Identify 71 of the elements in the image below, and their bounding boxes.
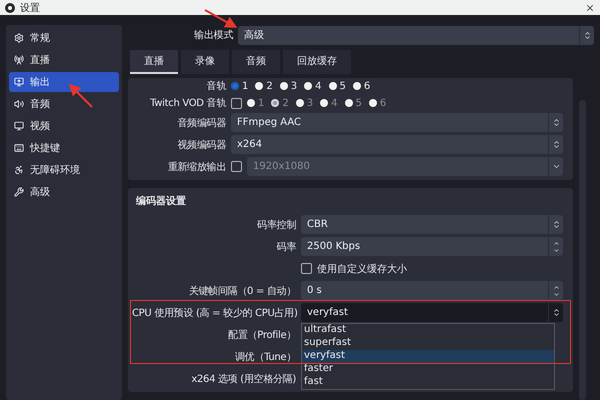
dropdown-option[interactable]: ultrafast <box>302 324 554 337</box>
radio-label: 4 <box>315 80 322 92</box>
field-label: 码率 <box>276 240 296 254</box>
field-label: 音轨 <box>206 80 226 93</box>
dropdown-field[interactable]: FFmpeg AAC <box>231 113 563 132</box>
sidebar-icon <box>14 99 24 109</box>
radio-label: 5 <box>340 80 346 92</box>
sidebar-item[interactable]: 快捷键 <box>9 138 119 158</box>
dropdown-field[interactable]: veryfast <box>301 303 563 322</box>
radio-label: 6 <box>364 80 370 92</box>
dropdown-option[interactable]: fast <box>302 376 554 389</box>
radio-label: 6 <box>380 98 386 108</box>
sidebar-icon <box>14 121 24 131</box>
field-label: Twitch VOD 音轨 <box>149 96 226 110</box>
field-label: x264 选项 (用空格分隔) <box>190 372 296 386</box>
sidebar-item[interactable]: 输出 <box>9 72 119 92</box>
field-label: 关键帧间隔（0 = 自动） <box>188 284 296 298</box>
tab[interactable]: 回放缓存 <box>283 50 351 74</box>
sidebar-icon <box>14 165 24 175</box>
field-label: 视频编码器 <box>176 138 226 152</box>
tab[interactable]: 直播 <box>130 50 178 74</box>
app-logo-icon <box>5 2 15 12</box>
radio-button[interactable] <box>328 82 336 90</box>
tab[interactable]: 音频 <box>232 50 280 74</box>
radio-label: 3 <box>306 98 314 108</box>
field-label: 码率控制 <box>256 218 296 232</box>
close-button[interactable] <box>585 2 595 12</box>
dropdown-option[interactable]: faster <box>302 363 554 376</box>
radio-button[interactable] <box>280 82 288 90</box>
radio-button[interactable] <box>304 82 312 90</box>
radio-button[interactable] <box>352 82 361 90</box>
radio-label: 2 <box>266 80 273 92</box>
field-label: 配置（Profile） <box>227 328 296 342</box>
radio-label: 5 <box>356 98 362 108</box>
field-label: 调优（Tune） <box>234 350 296 364</box>
spin-field[interactable]: 2500 Kbps <box>301 237 563 256</box>
checkbox[interactable] <box>301 263 312 274</box>
sidebar-item[interactable]: 高级 <box>9 182 119 202</box>
sidebar-icon <box>14 33 24 43</box>
radio-button[interactable] <box>231 82 239 90</box>
sidebar-item[interactable]: 无障碍环境 <box>9 160 119 180</box>
window-title: 设置 <box>20 2 41 14</box>
sidebar-icon <box>14 55 24 65</box>
radio-label: 4 <box>331 98 338 108</box>
sidebar-item[interactable]: 直播 <box>9 50 119 70</box>
dropdown-field[interactable]: 高级 <box>238 26 594 44</box>
field-label: CPU 使用预设 (高 = 较少的 CPU占用) <box>132 306 296 320</box>
dropdown-option[interactable]: veryfast <box>302 350 554 363</box>
annotation-arrow <box>68 84 93 108</box>
annotation-arrow <box>204 9 238 28</box>
radio-label: 2 <box>282 98 289 108</box>
field-label: 重新缩放输出 <box>166 160 226 174</box>
dropdown-field[interactable]: CBR <box>301 215 563 234</box>
sidebar-item[interactable]: 常规 <box>9 28 119 48</box>
tab[interactable]: 录像 <box>181 50 229 74</box>
field-label: 输出模式 <box>193 28 233 42</box>
sidebar-icon <box>14 187 24 197</box>
sidebar-icon <box>14 143 24 153</box>
radio-label: 1 <box>242 80 248 92</box>
panel-title: 编码器设置 <box>135 194 187 209</box>
radio-button[interactable] <box>255 82 264 90</box>
radio-label: 1 <box>258 98 264 108</box>
field-label: 音频编码器 <box>176 116 226 130</box>
checkbox-label: 使用自定义缓存大小 <box>317 262 407 276</box>
spin-field[interactable]: 0 s <box>301 281 563 300</box>
dropdown-field[interactable]: x264 <box>231 135 563 154</box>
dropdown-option[interactable]: superfast <box>302 337 554 350</box>
sidebar-item[interactable]: 视频 <box>9 116 119 136</box>
sidebar-item[interactable]: 音频 <box>9 94 119 114</box>
radio-label: 3 <box>290 80 298 92</box>
sidebar-icon <box>14 77 24 87</box>
